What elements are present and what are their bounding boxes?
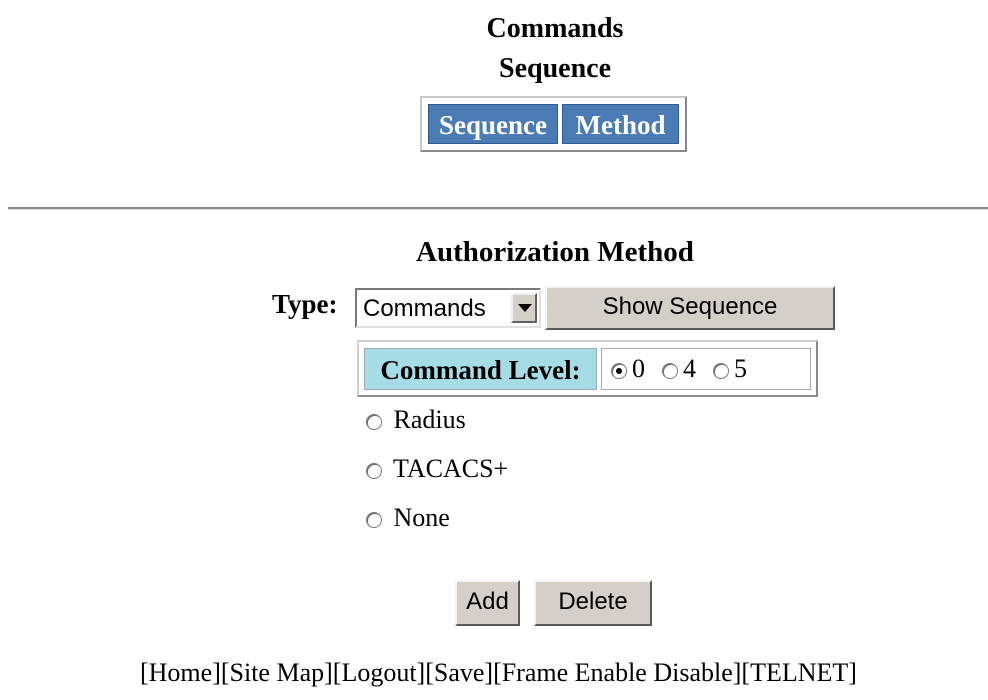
footer-link-frame-enable-disable[interactable]: [Frame Enable Disable] <box>493 658 741 687</box>
method-label: Radius <box>393 405 466 434</box>
chevron-down-icon[interactable] <box>511 293 537 323</box>
tab-method[interactable]: Method <box>562 104 679 144</box>
command-level-table: Command Level: 0 4 5 <box>357 340 818 397</box>
tab-bar: Sequence Method <box>420 96 687 152</box>
command-level-option-label: 5 <box>734 354 747 383</box>
command-level-option-4[interactable]: 4 <box>662 349 696 389</box>
radio-selected-icon[interactable] <box>611 363 627 380</box>
command-level-option-0[interactable]: 0 <box>611 349 645 389</box>
method-radius[interactable]: Radius <box>366 405 466 435</box>
page-title-line2: Sequence <box>499 53 611 84</box>
method-label: TACACS+ <box>393 454 509 483</box>
section-title: Authorization Method <box>416 236 694 268</box>
type-select[interactable]: Commands <box>355 288 541 328</box>
show-sequence-button[interactable]: Show Sequence <box>545 286 835 330</box>
footer-link-logout[interactable]: [Logout] <box>333 658 425 687</box>
footer-link-home[interactable]: [Home] <box>140 658 221 687</box>
delete-button[interactable]: Delete <box>534 580 652 626</box>
command-level-options: 0 4 5 <box>601 348 811 390</box>
command-level-option-label: 4 <box>683 354 696 383</box>
page-title-line1: Commands <box>486 13 624 44</box>
radio-icon[interactable] <box>366 512 382 529</box>
radio-icon[interactable] <box>366 463 382 480</box>
footer-link-save[interactable]: [Save] <box>425 658 493 687</box>
radio-icon[interactable] <box>713 363 729 380</box>
method-label: None <box>393 503 450 532</box>
footer-link-site-map[interactable]: [Site Map] <box>221 658 333 687</box>
command-level-option-5[interactable]: 5 <box>713 349 747 389</box>
tab-sequence[interactable]: Sequence <box>428 104 558 144</box>
add-button[interactable]: Add <box>455 580 520 626</box>
type-select-value: Commands <box>363 295 486 322</box>
footer-link-telnet[interactable]: [TELNET] <box>741 658 857 687</box>
type-label: Type: <box>272 289 338 319</box>
command-level-option-label: 0 <box>632 354 645 383</box>
footer-links: [Home][Site Map][Logout][Save][Frame Ena… <box>140 658 857 688</box>
method-tacacs[interactable]: TACACS+ <box>366 454 508 484</box>
command-level-label: Command Level: <box>364 348 597 390</box>
horizontal-divider <box>8 207 988 210</box>
radio-icon[interactable] <box>662 363 678 380</box>
method-none[interactable]: None <box>366 503 450 533</box>
radio-icon[interactable] <box>366 414 382 431</box>
